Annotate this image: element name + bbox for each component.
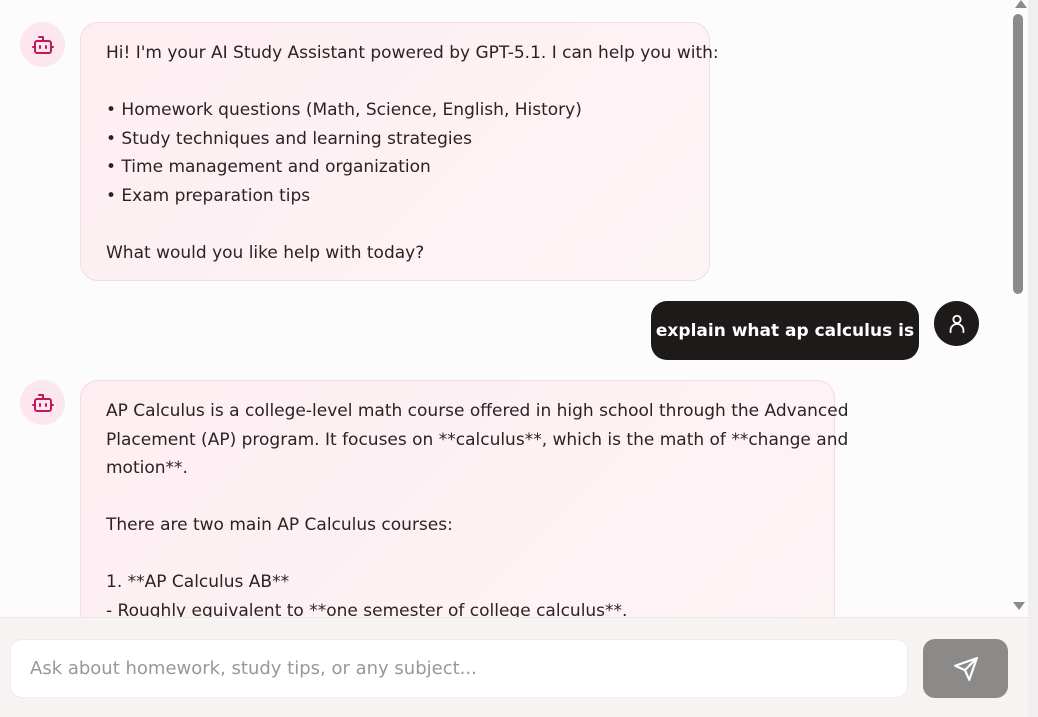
scroll-down-arrow-icon[interactable] (1013, 602, 1025, 610)
message-line: motion**. (106, 458, 188, 478)
robot-icon (31, 393, 54, 412)
user-message-text: explain what ap calculus is (655, 320, 915, 341)
assistant-avatar (20, 22, 65, 67)
message-line: Placement (AP) program. It focuses on **… (106, 429, 849, 450)
user-icon (949, 314, 964, 333)
user-avatar (934, 301, 979, 346)
message-line: AP Calculus is a college-level math cour… (106, 401, 849, 421)
message-composer (0, 617, 1028, 717)
chat-scrollbar[interactable] (1010, 0, 1028, 617)
assistant-avatar (20, 380, 65, 425)
assistant-message: Hi! I'm your AI Study Assistant powered … (80, 22, 719, 281)
robot-icon (31, 35, 54, 54)
assistant-message: AP Calculus is a college-level math cour… (80, 380, 849, 618)
user-message: explain what ap calculus is (651, 301, 919, 360)
message-line: Hi! I'm your AI Study Assistant powered … (106, 43, 719, 63)
message-line: 1. **AP Calculus AB** (106, 572, 290, 592)
message-line: • Homework questions (Math, Science, Eng… (106, 100, 582, 120)
send-icon (953, 656, 978, 681)
message-line: • Exam preparation tips (106, 185, 311, 206)
message-line: There are two main AP Calculus courses: (106, 515, 453, 535)
message-line: What would you like help with today? (106, 242, 425, 263)
message-input[interactable] (10, 639, 908, 698)
message-line: • Time management and organization (106, 157, 431, 177)
message-line: - Roughly equivalent to **one semester o… (106, 600, 628, 618)
send-button[interactable] (923, 639, 1008, 698)
window-edge (1028, 0, 1038, 717)
chat-messages: Hi! I'm your AI Study Assistant powered … (0, 0, 1010, 617)
scrollbar-thumb[interactable] (1013, 14, 1023, 294)
message-line: • Study techniques and learning strategi… (106, 128, 472, 149)
scroll-up-arrow-icon[interactable] (1015, 0, 1027, 8)
